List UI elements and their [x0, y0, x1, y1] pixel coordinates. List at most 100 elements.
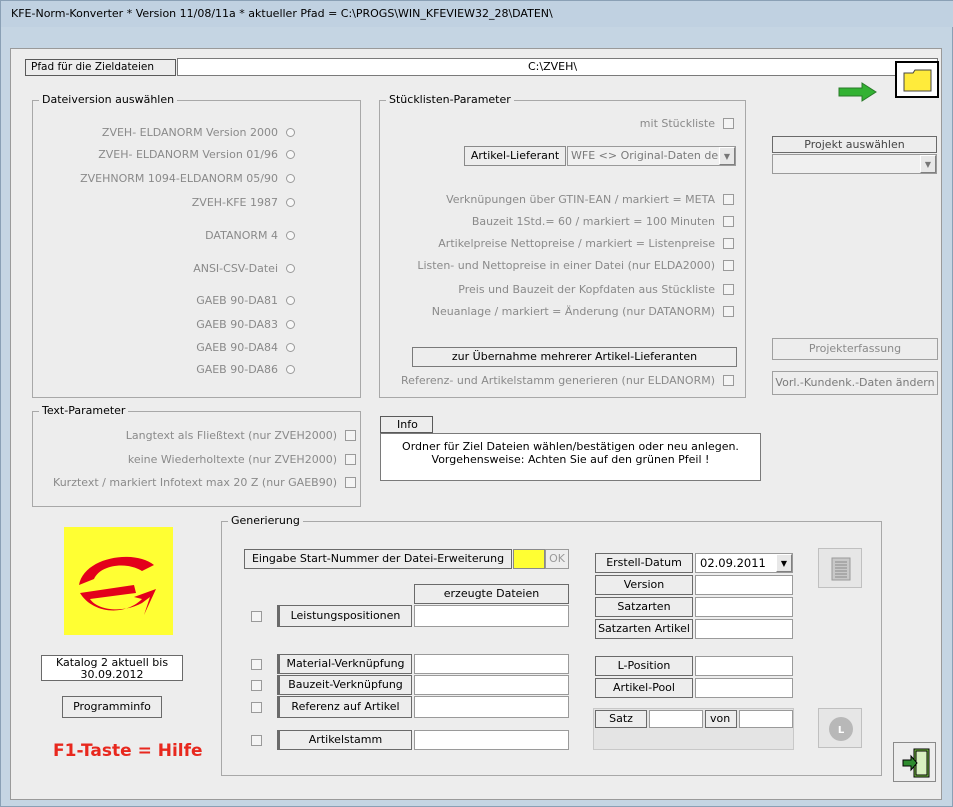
referenz-checkbox[interactable]	[723, 375, 734, 386]
von-field	[739, 710, 793, 728]
textparam-option-checkbox[interactable]	[345, 430, 356, 441]
row-output	[414, 675, 569, 695]
radio-option[interactable]	[286, 264, 295, 273]
row-output	[414, 730, 569, 750]
generierung-title: Generierung	[228, 514, 303, 527]
option-label: ZVEH- ELDANORM Version 2000	[101, 126, 278, 139]
row-checkbox[interactable]	[251, 680, 262, 691]
option-label: GAEB 90-DA81	[196, 294, 278, 307]
projekterfassung-button[interactable]: Projekterfassung	[772, 338, 938, 360]
stueckliste-option-label: Verknüpungen über GTIN-EAN / markiert = …	[446, 193, 715, 206]
logo-icon	[79, 556, 156, 615]
row-checkbox[interactable]	[251, 659, 262, 670]
radio-option[interactable]	[286, 128, 295, 137]
referenz-label: Referenz- und Artikelstamm generieren (n…	[401, 374, 715, 387]
programminfo-button[interactable]: Programminfo	[62, 696, 162, 718]
chevron-down-icon[interactable]: ▼	[776, 554, 792, 572]
stueckliste-option-checkbox[interactable]	[723, 194, 734, 205]
kundendaten-button[interactable]: Vorl.-Kundenk.-Daten ändern	[772, 371, 938, 395]
stueckliste-option-checkbox[interactable]	[723, 216, 734, 227]
row-output	[414, 605, 569, 627]
path-field[interactable]: C:\ZVEH\	[177, 58, 938, 76]
info-tab: Info	[380, 416, 433, 433]
radio-option[interactable]	[286, 198, 295, 207]
row-output	[414, 696, 569, 718]
option-label: GAEB 90-DA86	[196, 363, 278, 376]
start-nummer-input[interactable]	[513, 549, 545, 569]
stueckliste-option-checkbox[interactable]	[723, 238, 734, 249]
stueckliste-option-checkbox[interactable]	[723, 306, 734, 317]
stueckliste-option-label: Neuanlage / markiert = Änderung (nur DAT…	[431, 305, 715, 318]
option-label: GAEB 90-DA84	[196, 341, 278, 354]
radio-option[interactable]	[286, 343, 295, 352]
katalog-line-2: 30.09.2012	[80, 668, 144, 681]
stueckliste-option-label: Artikelpreise Nettopreise / markiert = L…	[438, 237, 715, 250]
stueckliste-option-label: Bauzeit 1Std.= 60 / markiert = 100 Minut…	[471, 215, 715, 228]
radio-option[interactable]	[286, 296, 295, 305]
lposition-label: L-Position	[595, 656, 693, 676]
folder-button[interactable]	[895, 61, 939, 98]
radio-option[interactable]	[286, 231, 295, 240]
von-label: von	[705, 710, 737, 728]
mit-stueckliste-checkbox[interactable]	[723, 118, 734, 129]
row-label: Artikelstamm	[277, 730, 412, 750]
row-checkbox[interactable]	[251, 702, 262, 713]
stueckliste-option-label: Listen- und Nettopreise in einer Datei (…	[417, 259, 715, 272]
erstell-datum-value: 02.09.2011	[700, 556, 766, 570]
textparam-option-label: Langtext als Fließtext (nur ZVEH2000)	[125, 429, 337, 442]
radio-option[interactable]	[286, 174, 295, 183]
convert-icon: L	[829, 717, 853, 741]
satzarten-artikel-field	[695, 619, 793, 639]
row-checkbox[interactable]	[251, 611, 262, 622]
help-hint: F1-Taste = Hilfe	[53, 741, 203, 761]
option-label: GAEB 90-DA83	[196, 318, 278, 331]
version-label: Version	[595, 575, 693, 595]
satzarten-artikel-label: Satzarten Artikel	[595, 619, 693, 639]
katalog-box: Katalog 2 aktuell bis 30.09.2012	[41, 655, 183, 681]
chevron-down-icon[interactable]: ▼	[920, 155, 936, 173]
application-window: KFE-Norm-Konverter * Version 11/08/11a *…	[0, 0, 953, 807]
radio-option[interactable]	[286, 150, 295, 159]
window-title: KFE-Norm-Konverter * Version 11/08/11a *…	[11, 7, 553, 20]
row-output	[414, 654, 569, 674]
document-button[interactable]	[818, 548, 862, 588]
projekt-select[interactable]: ▼	[772, 154, 937, 174]
dateiversion-title: Dateiversion auswählen	[39, 93, 178, 106]
stueckliste-title: Stücklisten-Parameter	[386, 93, 514, 106]
exit-door-icon	[902, 748, 930, 778]
satz-field	[649, 710, 703, 728]
stueckliste-option-checkbox[interactable]	[723, 260, 734, 271]
artikel-lieferant-select[interactable]: WFE <> Original-Daten der ▼	[567, 146, 736, 166]
row-checkbox[interactable]	[251, 735, 262, 746]
option-label: DATANORM 4	[205, 229, 278, 242]
option-label: ZVEH- ELDANORM Version 01/96	[98, 148, 278, 161]
path-value: C:\ZVEH\	[528, 60, 578, 73]
mit-stueckliste-label: mit Stückliste	[639, 117, 715, 130]
artikel-lieferant-value: WFE <> Original-Daten der	[571, 149, 723, 162]
exit-button[interactable]	[893, 742, 936, 782]
info-line-2: Vorgehensweise: Achten Sie auf den grüne…	[431, 453, 710, 466]
info-box: Ordner für Ziel Dateien wählen/bestätige…	[380, 433, 761, 481]
mehrere-lieferanten-button[interactable]: zur Übernahme mehrerer Artikel-Lieferant…	[412, 347, 737, 367]
chevron-down-icon[interactable]: ▼	[719, 147, 735, 165]
textparam-option-checkbox[interactable]	[345, 477, 356, 488]
satzarten-label: Satzarten	[595, 597, 693, 617]
e-zeichen-logo	[64, 527, 173, 635]
convert-button[interactable]: L	[818, 708, 862, 748]
satz-label: Satz	[595, 710, 647, 728]
radio-option[interactable]	[286, 320, 295, 329]
erstell-datum-select[interactable]: 02.09.2011 ▼	[695, 553, 793, 573]
textparam-option-checkbox[interactable]	[345, 454, 356, 465]
ok-button[interactable]: OK	[545, 549, 569, 569]
lposition-field	[695, 656, 793, 676]
stueckliste-option-checkbox[interactable]	[723, 284, 734, 295]
erzeugte-dateien-label: erzeugte Dateien	[414, 584, 569, 604]
textparam-title: Text-Parameter	[39, 404, 129, 417]
radio-option[interactable]	[286, 365, 295, 374]
satzarten-field	[695, 597, 793, 617]
option-label: ANSI-CSV-Datei	[193, 262, 278, 275]
green-arrow-icon[interactable]	[838, 81, 878, 103]
document-icon	[831, 557, 851, 581]
option-label: ZVEHNORM 1094-ELDANORM 05/90	[80, 172, 278, 185]
row-label: Material-Verknüpfung	[277, 654, 412, 674]
